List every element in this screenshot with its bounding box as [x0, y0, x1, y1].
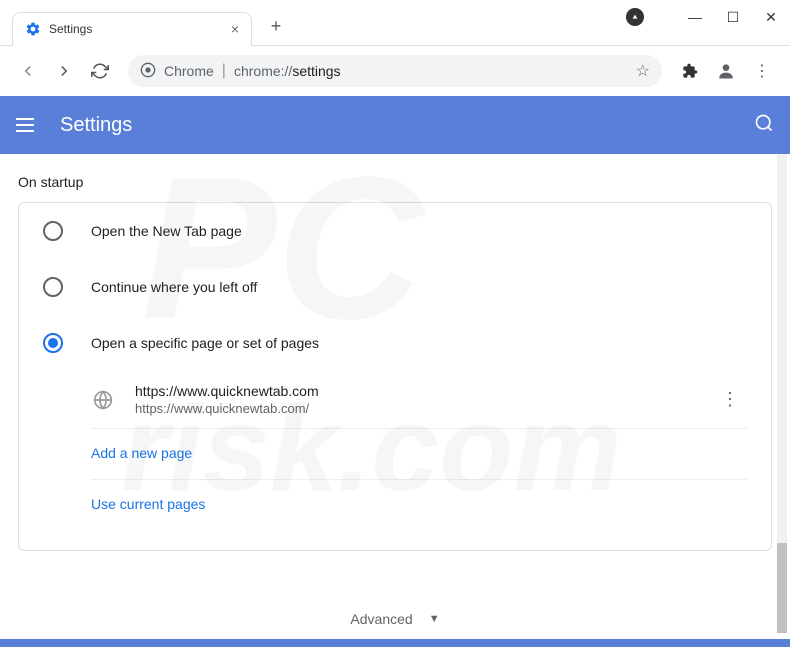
- maximize-button[interactable]: ☐: [726, 9, 740, 26]
- address-bar[interactable]: Chrome | chrome://settings ☆: [128, 55, 662, 87]
- chevron-down-icon: ▼: [429, 613, 440, 625]
- advanced-label: Advanced: [350, 611, 412, 627]
- radio-label: Continue where you left off: [91, 279, 257, 295]
- reload-button[interactable]: [84, 55, 116, 87]
- section-title: On startup: [18, 174, 772, 190]
- settings-title: Settings: [60, 114, 754, 137]
- back-button[interactable]: [12, 55, 44, 87]
- bottom-border: [0, 639, 790, 647]
- use-current-row[interactable]: Use current pages: [91, 480, 747, 530]
- gear-icon: [25, 21, 41, 37]
- scrollbar[interactable]: [777, 154, 787, 633]
- close-icon[interactable]: ×: [231, 21, 239, 37]
- window-titlebar: Settings × + — ☐ ✕: [0, 0, 790, 46]
- globe-icon: [91, 388, 115, 412]
- use-current-link[interactable]: Use current pages: [91, 496, 205, 512]
- radio-icon[interactable]: [43, 221, 63, 241]
- shield-icon[interactable]: [626, 8, 644, 26]
- startup-page-row: https://www.quicknewtab.com https://www.…: [91, 371, 747, 429]
- window-controls: — ☐ ✕: [626, 8, 778, 26]
- hamburger-icon[interactable]: [16, 113, 40, 137]
- address-separator: |: [222, 62, 226, 80]
- menu-icon[interactable]: ⋮: [746, 55, 778, 87]
- close-button[interactable]: ✕: [764, 9, 778, 26]
- radio-label: Open a specific page or set of pages: [91, 335, 319, 351]
- radio-option-continue[interactable]: Continue where you left off: [19, 259, 771, 315]
- new-tab-button[interactable]: +: [262, 13, 290, 41]
- radio-option-newtab[interactable]: Open the New Tab page: [19, 203, 771, 259]
- browser-tab[interactable]: Settings ×: [12, 12, 252, 46]
- address-prefix: Chrome: [164, 63, 214, 79]
- settings-header: Settings: [0, 96, 790, 154]
- forward-button[interactable]: [48, 55, 80, 87]
- settings-content: On startup Open the New Tab page Continu…: [0, 154, 790, 647]
- startup-pages-list: https://www.quicknewtab.com https://www.…: [19, 371, 771, 550]
- radio-icon[interactable]: [43, 277, 63, 297]
- address-url: chrome://settings: [234, 63, 341, 79]
- profile-icon[interactable]: [710, 55, 742, 87]
- bookmark-star-icon[interactable]: ☆: [636, 61, 650, 81]
- add-page-link[interactable]: Add a new page: [91, 445, 192, 461]
- search-icon[interactable]: [754, 113, 774, 138]
- add-page-row[interactable]: Add a new page: [91, 429, 747, 480]
- tab-title: Settings: [49, 22, 223, 36]
- scroll-thumb[interactable]: [777, 543, 787, 633]
- radio-label: Open the New Tab page: [91, 223, 242, 239]
- chrome-icon: [140, 62, 156, 81]
- page-info: https://www.quicknewtab.com https://www.…: [135, 383, 713, 416]
- more-options-icon[interactable]: ⋮: [713, 385, 747, 414]
- startup-card: Open the New Tab page Continue where you…: [18, 202, 772, 551]
- extensions-icon[interactable]: [674, 55, 706, 87]
- page-title: https://www.quicknewtab.com: [135, 383, 713, 399]
- radio-icon[interactable]: [43, 333, 63, 353]
- minimize-button[interactable]: —: [688, 9, 702, 25]
- browser-toolbar: Chrome | chrome://settings ☆ ⋮: [0, 46, 790, 96]
- page-url: https://www.quicknewtab.com/: [135, 401, 713, 416]
- radio-option-specific[interactable]: Open a specific page or set of pages: [19, 315, 771, 371]
